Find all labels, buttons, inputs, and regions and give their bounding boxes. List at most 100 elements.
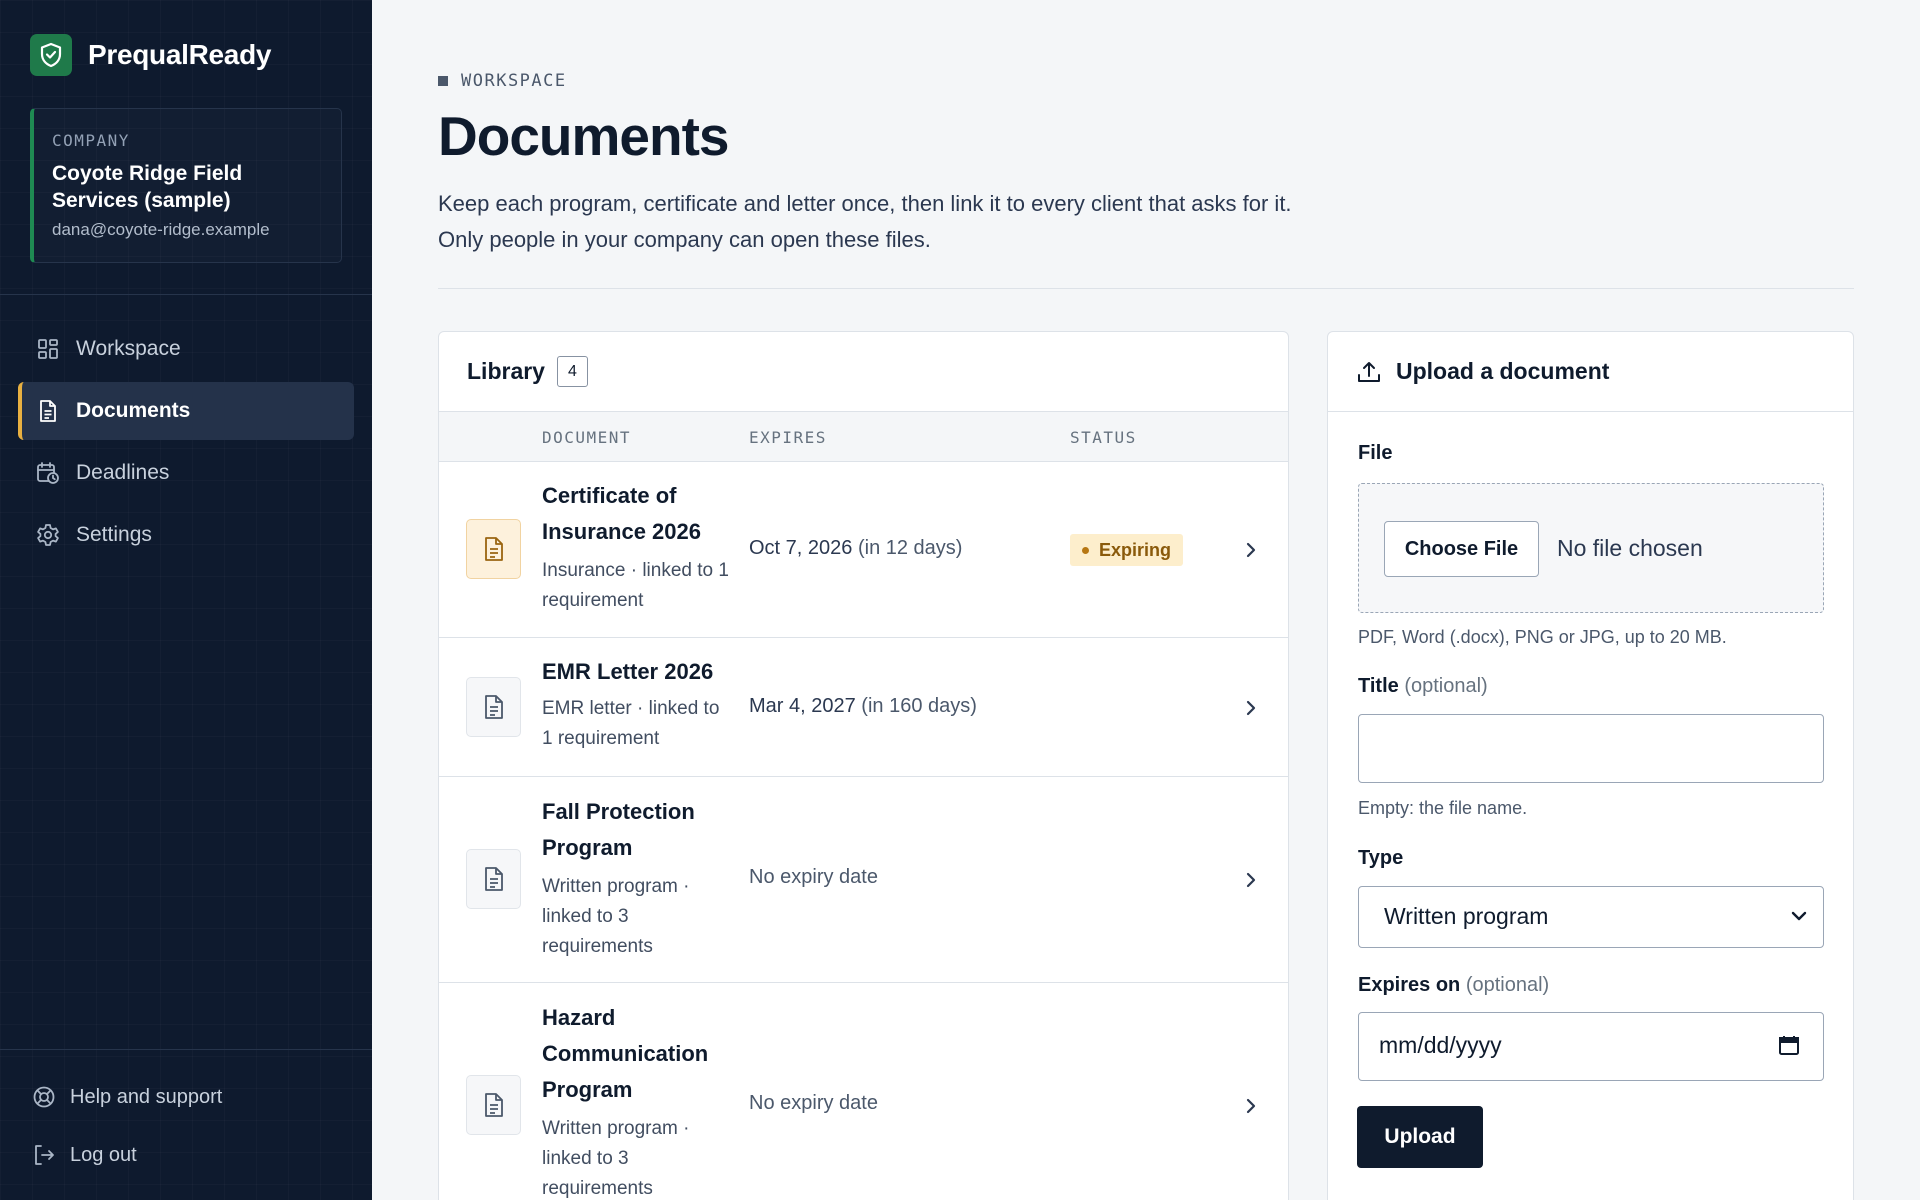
expires-optional: (optional) <box>1465 974 1550 996</box>
calendar-icon[interactable] <box>1777 1033 1801 1057</box>
page-title: Documents <box>438 105 729 167</box>
document-title[interactable]: EMR Letter 2026 <box>542 654 762 690</box>
sidebar-bottom-divider <box>0 1049 372 1050</box>
sidebar-item-settings[interactable]: Settings <box>18 506 354 564</box>
expiry-date-value: Oct 7, 2026 <box>749 537 853 559</box>
chevron-right-icon[interactable] <box>1239 1094 1263 1118</box>
table-header: DOCUMENT EXPIRES STATUS <box>439 412 1288 462</box>
expiry-date-value: Mar 4, 2027 <box>749 695 856 717</box>
sidebar-item-documents[interactable]: Documents <box>18 382 354 440</box>
expiry-date: No expiry date <box>749 866 878 889</box>
file-dropzone[interactable]: Choose File No file chosen <box>1358 483 1824 613</box>
document-icon <box>466 677 521 737</box>
expiry-date: No expiry date <box>749 1092 878 1115</box>
document-icon <box>36 399 60 423</box>
company-card: COMPANY Coyote Ridge Field Services (sam… <box>30 108 342 263</box>
company-label: COMPANY <box>52 131 130 150</box>
expiry-date-value: No expiry date <box>749 1092 878 1114</box>
document-icon <box>466 1075 521 1135</box>
company-name: Coyote Ridge Field Services (sample) <box>52 162 243 212</box>
document-meta: EMR letter · linked to 1 requirement <box>542 698 720 749</box>
status-dot <box>1082 546 1089 554</box>
sidebar-item-label: Documents <box>76 399 191 422</box>
column-header-document: DOCUMENT <box>542 428 632 447</box>
status-badge: Expiring <box>1070 534 1184 566</box>
logout-label: Log out <box>70 1143 137 1166</box>
chevron-right-icon[interactable] <box>1239 696 1263 720</box>
document-title[interactable]: Fall Protection Program <box>542 794 732 866</box>
expiry-relative: (in 160 days) <box>861 695 977 717</box>
file-status: No file chosen <box>1557 535 1703 561</box>
file-help-text: PDF, Word (.docx), PNG or JPG, up to 20 … <box>1358 627 1727 647</box>
document-icon <box>466 519 521 579</box>
upload-card: Upload a document File Choose File No fi… <box>1327 331 1854 1200</box>
expires-label: Expires on (optional) <box>1358 974 1549 997</box>
chevron-down-icon <box>1789 906 1809 926</box>
status-badge-label: Expiring <box>1099 539 1172 560</box>
chevron-right-icon[interactable] <box>1239 538 1263 562</box>
brand[interactable]: PrequalReady <box>30 34 271 76</box>
calendar-clock-icon <box>36 461 60 485</box>
expiry-date: Oct 7, 2026 (in 12 days) <box>749 537 962 560</box>
gear-icon <box>36 523 60 547</box>
table-row[interactable]: Hazard Communication Program Written pro… <box>439 983 1288 1200</box>
type-label: Type <box>1358 847 1404 869</box>
logout-icon <box>32 1143 56 1167</box>
upload-button[interactable]: Upload <box>1357 1106 1483 1168</box>
expires-label-text: Expires on <box>1358 974 1461 996</box>
document-icon <box>466 849 521 909</box>
document-meta: Insurance · linked to 1 requirement <box>542 560 729 611</box>
grid-icon <box>36 337 60 361</box>
help-and-support-link[interactable]: Help and support <box>32 1068 222 1126</box>
library-card: Library 4 DOCUMENT EXPIRES STATUS Certif… <box>438 331 1289 1200</box>
page-description: Keep each program, certificate and lette… <box>438 186 1438 258</box>
column-header-status: STATUS <box>1070 428 1137 447</box>
logout-link[interactable]: Log out <box>32 1126 222 1184</box>
upload-icon <box>1356 359 1382 385</box>
page-description-line: Only people in your company can open the… <box>438 227 931 252</box>
page-description-line: Keep each program, certificate and lette… <box>438 191 1292 216</box>
upload-header: Upload a document <box>1328 332 1853 412</box>
sidebar-item-label: Deadlines <box>76 461 170 484</box>
main-divider <box>438 288 1854 289</box>
library-title: Library <box>467 358 545 384</box>
shield-check-icon <box>30 34 72 76</box>
sidebar-item-deadlines[interactable]: Deadlines <box>18 444 354 502</box>
title-label-text: Title <box>1358 675 1399 697</box>
breadcrumb: WORKSPACE <box>438 71 567 91</box>
expiry-relative: (in 12 days) <box>857 537 963 559</box>
sidebar-bottom-links: Help and support Log out <box>32 1068 222 1184</box>
sidebar-item-label: Workspace <box>76 337 181 360</box>
sidebar-divider <box>0 294 372 295</box>
type-select[interactable]: Written program <box>1358 886 1824 948</box>
sidebar-item-label: Settings <box>76 523 152 546</box>
column-header-expires: EXPIRES <box>749 428 827 447</box>
title-input[interactable] <box>1358 714 1824 783</box>
chevron-right-icon[interactable] <box>1239 868 1263 892</box>
lifebuoy-icon <box>32 1085 56 1109</box>
upload-title: Upload a document <box>1396 358 1610 384</box>
square-icon <box>438 76 448 86</box>
sidebar-item-workspace[interactable]: Workspace <box>18 320 354 378</box>
expires-date-input[interactable]: mm/dd/yyyy <box>1358 1012 1824 1081</box>
document-title[interactable]: Certificate of Insurance 2026 <box>542 478 737 550</box>
title-help-text: Empty: the file name. <box>1358 798 1528 818</box>
expires-date-placeholder: mm/dd/yyyy <box>1379 1032 1502 1058</box>
table-row[interactable]: Fall Protection Program Written program … <box>439 777 1288 983</box>
type-select-value: Written program <box>1384 903 1549 929</box>
expiry-date-value: No expiry date <box>749 866 878 888</box>
sidebar-nav: Workspace Documents Deadlines Settings <box>18 320 354 568</box>
brand-name: PrequalReady <box>88 39 272 70</box>
sidebar: PrequalReady COMPANY Coyote Ridge Field … <box>0 0 372 1200</box>
choose-file-button[interactable]: Choose File <box>1384 521 1539 577</box>
library-count-badge: 4 <box>556 356 588 387</box>
expiry-date: Mar 4, 2027 (in 160 days) <box>749 695 977 718</box>
table-row[interactable]: EMR Letter 2026 EMR letter · linked to 1… <box>439 638 1288 777</box>
table-row[interactable]: Certificate of Insurance 2026 Insurance … <box>439 462 1288 638</box>
help-and-support-label: Help and support <box>70 1085 223 1108</box>
document-title[interactable]: Hazard Communication Program <box>542 1000 727 1108</box>
document-meta: Written program · linked to 3 requiremen… <box>542 876 690 957</box>
file-label: File <box>1358 442 1393 464</box>
document-meta: Written program · linked to 3 requiremen… <box>542 1118 690 1199</box>
company-email: dana@coyote-ridge.example <box>52 220 270 239</box>
